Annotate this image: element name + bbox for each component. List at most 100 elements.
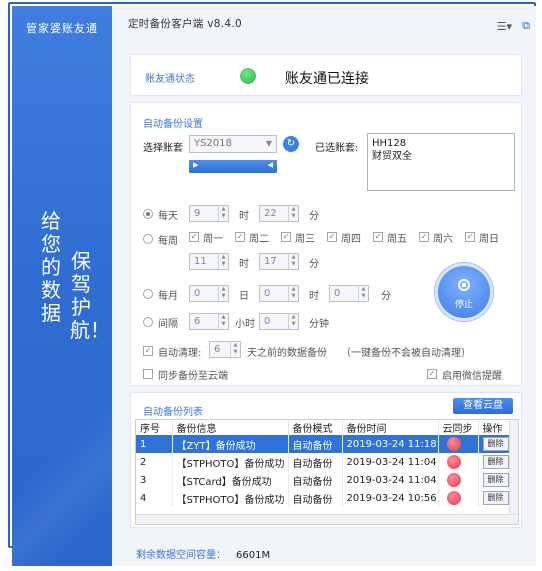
- weekly-hour-value: 11: [194, 256, 207, 267]
- radio-monthly[interactable]: [143, 289, 153, 299]
- vertical-scrollbar[interactable]: [509, 420, 518, 514]
- monthly-minute-input[interactable]: 0 ▲ ▼: [329, 285, 369, 302]
- table-row[interactable]: 4 【STPHOTO】备份成功 自动备份 2019-03-24 10:56 删除: [136, 489, 511, 507]
- stop-button-label: 停止: [454, 300, 473, 310]
- refresh-icon[interactable]: ↻: [283, 136, 299, 152]
- table-row[interactable]: 1 【ZYT】备份成功 自动备份 2019-03-24 11:18 删除: [136, 435, 511, 453]
- row-action-cell: 删除: [478, 453, 511, 471]
- auto-clean-label: 自动清理:: [158, 348, 202, 359]
- settings-section-label: 自动备份设置: [143, 119, 203, 130]
- weekday-checkbox-7[interactable]: ✓: [465, 232, 475, 242]
- view-cloud-button[interactable]: 查看云盘: [453, 398, 513, 414]
- daily-hour-unit: 时: [239, 211, 249, 222]
- stepper-icon[interactable]: ▲ ▼: [358, 286, 368, 301]
- weekly-hour-unit: 时: [239, 259, 249, 270]
- column-header[interactable]: 操作: [478, 420, 511, 435]
- app-name: 管家婆账友通: [26, 22, 98, 35]
- selected-accounts-box[interactable]: HH128 财贸双全: [367, 133, 515, 191]
- auto-clean-days-value: 6: [214, 344, 221, 355]
- interval-hours-input[interactable]: 6 ▲ ▼: [189, 313, 229, 330]
- cloud-sync-status-icon: [446, 491, 461, 505]
- horizontal-scrollbar[interactable]: [136, 514, 518, 524]
- column-header[interactable]: 备份时间: [342, 420, 439, 435]
- monthly-hour-input[interactable]: 0 ▲ ▼: [259, 285, 299, 302]
- weekly-minute-input[interactable]: 17 ▲ ▼: [259, 253, 299, 270]
- auto-clean-checkbox[interactable]: ✓: [143, 346, 153, 356]
- daily-minute-input[interactable]: 22 ▲ ▼: [259, 205, 299, 222]
- stepper-icon[interactable]: ▲ ▼: [218, 254, 228, 269]
- table-row[interactable]: 3 【STCard】备份成功 自动备份 2019-03-24 11:04 删除: [136, 471, 511, 489]
- interval-label: 间隔: [158, 319, 178, 330]
- slogan-line-2: 保驾护航！: [70, 249, 110, 342]
- status-label: 账友通状态: [145, 74, 195, 85]
- row-action-cell: 删除: [478, 471, 511, 489]
- restore-window-icon[interactable]: ⧉: [522, 19, 530, 33]
- daily-minute-unit: 分: [309, 211, 319, 222]
- weekday-checkbox-6[interactable]: ✓: [419, 232, 429, 242]
- sync-cloud-checkbox[interactable]: [143, 369, 153, 379]
- daily-hour-value: 9: [194, 208, 201, 219]
- stepper-icon[interactable]: ▲ ▼: [288, 206, 298, 221]
- row-mode: 自动备份: [288, 489, 343, 507]
- row-time: 2019-03-24 11:04: [342, 453, 439, 471]
- auto-clean-suffix: 天之前的数据备份: [247, 348, 327, 359]
- delete-button[interactable]: 删除: [482, 491, 509, 505]
- weekday-label-1: 周一: [203, 234, 223, 245]
- daily-minute-value: 22: [264, 208, 277, 219]
- wechat-reminder-label: 启用微信提醒: [442, 371, 502, 382]
- daily-label: 每天: [158, 211, 178, 222]
- delete-button[interactable]: 删除: [482, 473, 509, 487]
- stepper-icon[interactable]: ▲ ▼: [230, 342, 240, 357]
- monthly-day-unit: 日: [239, 291, 249, 302]
- weekly-minute-unit: 分: [309, 259, 319, 270]
- interval-hours-value: 6: [194, 316, 201, 327]
- column-header[interactable]: 序号: [136, 420, 173, 435]
- stepper-icon[interactable]: ▲ ▼: [218, 206, 228, 221]
- row-mode: 自动备份: [288, 435, 343, 453]
- radio-interval[interactable]: [143, 317, 153, 327]
- monthly-day-input[interactable]: 0 ▲ ▼: [189, 285, 229, 302]
- delete-button[interactable]: 删除: [482, 437, 509, 451]
- row-time: 2019-03-24 11:04: [342, 471, 439, 489]
- wechat-reminder-checkbox[interactable]: ✓: [427, 369, 437, 379]
- weekday-checkbox-1[interactable]: ✓: [189, 232, 199, 242]
- weekly-hour-input[interactable]: 11 ▲ ▼: [189, 253, 229, 270]
- column-header[interactable]: 备份信息: [172, 420, 289, 435]
- weekday-checkbox-5[interactable]: ✓: [373, 232, 383, 242]
- delete-button[interactable]: 删除: [482, 455, 509, 469]
- interval-minutes-input[interactable]: 0 ▲ ▼: [259, 313, 299, 330]
- weekday-checkbox-2[interactable]: ✓: [235, 232, 245, 242]
- menu-icon[interactable]: ☰▾: [497, 20, 512, 33]
- stepper-icon[interactable]: ▲ ▼: [288, 254, 298, 269]
- auto-clean-days-input[interactable]: 6 ▲ ▼: [209, 341, 241, 358]
- stepper-icon[interactable]: ▲ ▼: [288, 314, 298, 329]
- stop-icon: [458, 279, 470, 291]
- radio-daily[interactable]: [143, 209, 153, 219]
- range-left-icon: ▶: [193, 161, 199, 169]
- radio-weekly[interactable]: [143, 234, 153, 244]
- stepper-icon[interactable]: ▲ ▼: [218, 314, 228, 329]
- account-range-bar[interactable]: ▶ ◀: [189, 160, 277, 173]
- stepper-icon[interactable]: ▲ ▼: [288, 286, 298, 301]
- stop-button[interactable]: 停止: [435, 263, 493, 321]
- weekday-checkbox-3[interactable]: ✓: [281, 232, 291, 242]
- weekday-checkbox-4[interactable]: ✓: [327, 232, 337, 242]
- row-sync-cell: [438, 471, 479, 489]
- row-number: 3: [136, 471, 173, 489]
- daily-hour-input[interactable]: 9 ▲ ▼: [189, 205, 229, 222]
- title-bar: 定时备份客户端 v8.4.0 ☰▾ ⧉: [112, 6, 536, 40]
- weekly-label: 每周: [158, 236, 178, 247]
- connection-status-card: 账友通状态 账友通已连接: [130, 54, 522, 96]
- weekday-label-2: 周二: [249, 234, 269, 245]
- storage-label: 剩余数据空间容量：: [136, 550, 226, 561]
- column-header[interactable]: 备份模式: [288, 420, 343, 435]
- auto-backup-settings-card: 自动备份设置 选择账套 YS2018 ▼ ↻ ▶ ◀ 已选账套: HH128 财…: [130, 102, 522, 386]
- range-right-icon: ◀: [267, 161, 273, 169]
- stepper-icon[interactable]: ▲ ▼: [218, 286, 228, 301]
- table-row[interactable]: 2 【STPHOTO】备份成功 自动备份 2019-03-24 11:04 删除: [136, 453, 511, 471]
- monthly-hour-unit: 时: [309, 291, 319, 302]
- account-select[interactable]: YS2018 ▼: [189, 135, 277, 153]
- weekday-checkboxes: ✓ 周一 ✓ 周二 ✓ 周三 ✓ 周四 ✓ 周五 ✓ 周六 ✓ 周日: [189, 230, 519, 246]
- column-header[interactable]: 云同步: [438, 420, 479, 435]
- auto-clean-note: （一键备份不会被自动清理）: [341, 348, 471, 359]
